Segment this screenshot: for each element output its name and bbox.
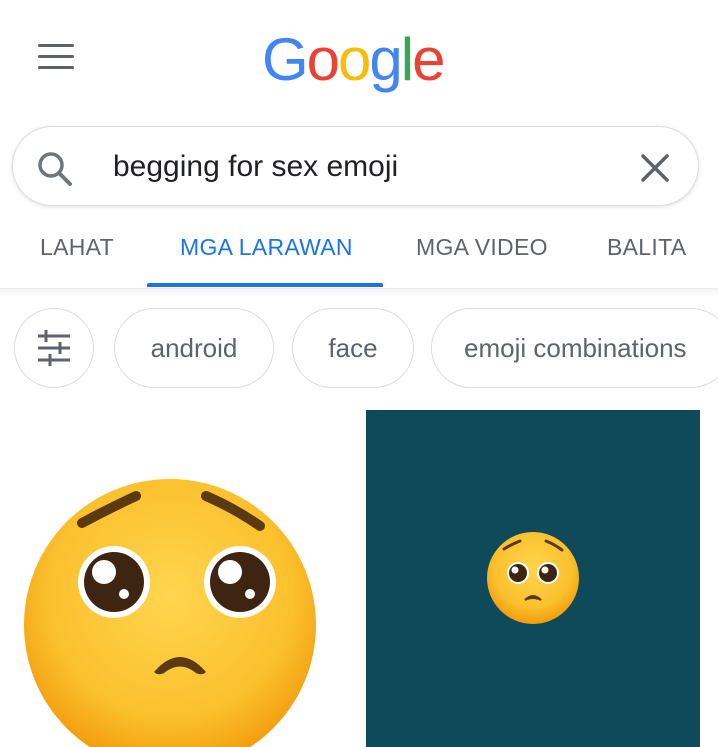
tune-icon [38,330,70,366]
image-result[interactable] [14,410,348,747]
logo-letter: G [262,26,309,93]
logo-letter: e [412,26,445,93]
search-icon[interactable] [35,149,75,189]
search-tabs: LAHAT MGA LARAWAN MGA VIDEO BALITA [0,212,718,289]
logo-letter: o [338,26,371,93]
top-bar: Google [0,0,718,118]
chip-android[interactable]: android [114,308,274,388]
pleading-face-emoji [24,479,316,747]
divider [0,289,718,297]
close-icon[interactable] [638,151,672,185]
google-logo[interactable]: Google [262,20,446,100]
tab-balita[interactable]: BALITA [607,232,686,262]
tab-mga-video[interactable]: MGA VIDEO [416,232,548,262]
filter-chip[interactable] [14,308,94,388]
hamburger-menu-icon[interactable] [38,42,76,72]
chip-emoji-combinations[interactable]: emoji combinations [431,308,718,388]
search-input[interactable]: begging for sex emoji [113,147,593,187]
tab-lahat[interactable]: LAHAT [40,232,114,262]
chip-face[interactable]: face [292,308,414,388]
logo-letter: g [369,26,402,93]
tab-mga-larawan[interactable]: MGA LARAWAN [180,232,353,262]
logo-letter: l [400,26,414,93]
image-result[interactable] [366,410,700,747]
logo-letter: o [306,26,340,93]
pleading-face-emoji [487,532,579,624]
search-box[interactable]: begging for sex emoji [12,126,699,206]
active-tab-indicator [147,283,383,287]
